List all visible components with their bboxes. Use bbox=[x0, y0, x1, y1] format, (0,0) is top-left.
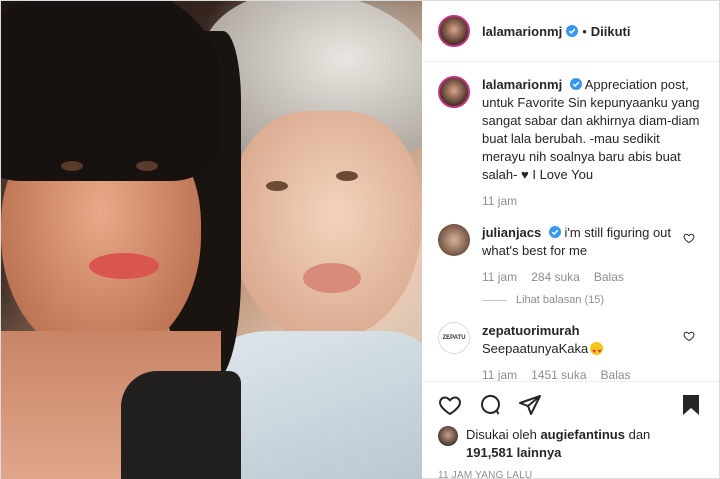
heart-eyes-emoji-icon bbox=[590, 342, 604, 361]
likes-middle: dan bbox=[628, 427, 651, 442]
replies-divider bbox=[482, 299, 506, 301]
post-actions: Disukai oleh augiefantinus dan 191,581 l… bbox=[422, 381, 719, 479]
post-container: lalamarionmj • Diikuti lalamarionmj Appr… bbox=[0, 0, 720, 479]
author-avatar[interactable] bbox=[438, 15, 470, 47]
caption-username[interactable]: lalamarionmj bbox=[482, 77, 562, 92]
photo-detail bbox=[61, 161, 83, 171]
photo-detail bbox=[121, 371, 241, 479]
photo-detail bbox=[303, 263, 361, 293]
separator-dot: • bbox=[582, 23, 587, 39]
likes-text: Disukai oleh augiefantinus dan 191,581 l… bbox=[466, 426, 650, 462]
comment-row: julianjacs i'm still figuring out what's… bbox=[438, 224, 703, 284]
verified-icon bbox=[548, 226, 561, 238]
likes-count[interactable]: 191,581 lainnya bbox=[466, 445, 561, 460]
heart-icon[interactable] bbox=[438, 393, 462, 417]
comment-meta: 11 jam 1451 suka Balas bbox=[482, 368, 682, 381]
comment-time[interactable]: 11 jam bbox=[482, 368, 517, 381]
caption: lalamarionmj Appreciation post, untuk Fa… bbox=[438, 76, 703, 208]
heart-icon[interactable] bbox=[683, 232, 695, 244]
view-replies[interactable]: Lihat balasan (15) bbox=[482, 294, 703, 306]
comment-text-block: zepatuorimurah SeepaatunyaKaka bbox=[482, 322, 682, 361]
reply-button[interactable]: Balas bbox=[594, 270, 624, 284]
photo-detail bbox=[1, 1, 221, 181]
comment-avatar[interactable]: ZEPATU bbox=[438, 322, 470, 354]
verified-icon bbox=[566, 25, 579, 37]
photo-detail bbox=[136, 161, 158, 171]
comment-text-block: julianjacs i'm still figuring out what's… bbox=[482, 224, 682, 260]
post-photo[interactable] bbox=[1, 1, 422, 479]
caption-meta: 11 jam bbox=[482, 194, 703, 208]
comments-list[interactable]: lalamarionmj Appreciation post, untuk Fa… bbox=[422, 62, 719, 381]
photo-detail bbox=[266, 181, 288, 191]
post-panel: lalamarionmj • Diikuti lalamarionmj Appr… bbox=[422, 1, 719, 479]
caption-text-block: lalamarionmj Appreciation post, untuk Fa… bbox=[482, 76, 703, 184]
action-icons bbox=[438, 388, 703, 422]
comment-text: SeepaatunyaKaka bbox=[482, 341, 589, 356]
caption-text: Appreciation post, untuk Favorite Sin ke… bbox=[482, 77, 700, 182]
likes-summary: Disukai oleh augiefantinus dan 191,581 l… bbox=[438, 426, 703, 462]
comment-meta: 11 jam 284 suka Balas bbox=[482, 270, 682, 284]
comment-username[interactable]: julianjacs bbox=[482, 225, 541, 240]
caption-time[interactable]: 11 jam bbox=[482, 194, 517, 208]
comment-username[interactable]: zepatuorimurah bbox=[482, 323, 580, 338]
zepatu-logo-text: ZEPATU bbox=[442, 335, 466, 341]
view-replies-label: Lihat balasan (15) bbox=[516, 294, 605, 306]
follow-status[interactable]: Diikuti bbox=[591, 24, 631, 39]
likes-prefix: Disukai oleh bbox=[466, 427, 537, 442]
post-header: lalamarionmj • Diikuti bbox=[422, 1, 719, 62]
liker-username[interactable]: augiefantinus bbox=[540, 427, 625, 442]
post-timestamp[interactable]: 11 JAM YANG LALU bbox=[438, 470, 703, 479]
heart-icon[interactable] bbox=[683, 330, 695, 342]
comment-likes[interactable]: 1451 suka bbox=[531, 368, 586, 381]
photo-detail bbox=[89, 253, 159, 279]
photo-detail bbox=[231, 111, 421, 341]
comment-time[interactable]: 11 jam bbox=[482, 270, 517, 284]
comment-icon[interactable] bbox=[478, 393, 502, 417]
reply-button[interactable]: Balas bbox=[601, 368, 631, 381]
photo-detail bbox=[336, 171, 358, 181]
author-username[interactable]: lalamarionmj bbox=[482, 24, 562, 39]
caption-avatar[interactable] bbox=[438, 76, 470, 108]
verified-icon bbox=[569, 78, 582, 90]
comment-row: ZEPATU zepatuorimurah SeepaatunyaKaka 11… bbox=[438, 322, 703, 381]
comment-avatar[interactable] bbox=[438, 224, 470, 256]
liker-avatar[interactable] bbox=[438, 426, 458, 446]
bookmark-icon[interactable] bbox=[679, 393, 703, 417]
comment-likes[interactable]: 284 suka bbox=[531, 270, 580, 284]
share-icon[interactable] bbox=[518, 393, 542, 417]
